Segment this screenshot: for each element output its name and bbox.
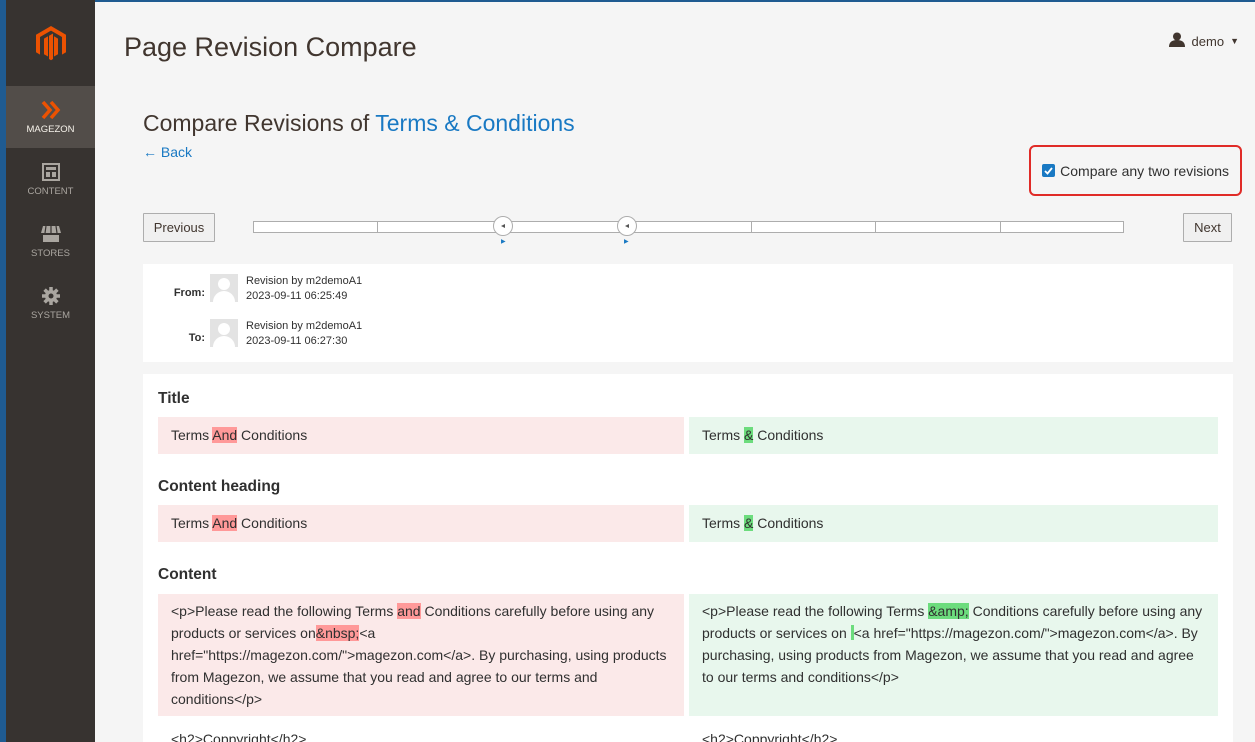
- sidebar-item-magezon[interactable]: MAGEZON: [6, 86, 95, 148]
- sidebar-item-content[interactable]: CONTENT: [6, 148, 95, 210]
- revision-date: 2023-09-11 06:25:49: [246, 290, 348, 302]
- slider-marker: ▶: [501, 239, 506, 245]
- diff-text: Conditions: [753, 427, 824, 443]
- diff-text: Terms: [171, 427, 213, 443]
- revision-info: Revision by m2demoA1 2023-09-11 06:25:49: [246, 274, 362, 304]
- previous-button[interactable]: Previous: [143, 213, 215, 242]
- sidebar-item-label: MAGEZON: [26, 124, 75, 135]
- diff-text: <p>Please read the following Terms: [702, 603, 929, 619]
- compare-any-label: Compare any two revisions: [1060, 162, 1229, 179]
- admin-sidebar: MAGEZON CONTENT STORES SYSTEM: [0, 0, 95, 742]
- diff-text: Conditions: [237, 515, 308, 531]
- diff-text: Terms: [171, 515, 213, 531]
- diff-inserted: &amp;: [928, 603, 969, 619]
- back-link[interactable]: ← Back: [143, 144, 192, 160]
- diff-deleted: &nbsp;: [315, 625, 360, 641]
- from-label: From:: [173, 287, 205, 299]
- diff-inserted: &: [744, 427, 754, 443]
- magento-logo[interactable]: [6, 0, 95, 86]
- revision-author: Revision by m2demoA1: [246, 320, 363, 332]
- compare-title: Compare Revisions of Terms & Conditions: [143, 110, 575, 137]
- checkmark-icon: [1044, 166, 1053, 175]
- diff-old-title: Terms And Conditions: [158, 417, 684, 454]
- compare-any-checkbox[interactable]: [1042, 164, 1056, 177]
- section-heading-content-heading: Content heading: [158, 478, 281, 495]
- to-label: To:: [188, 332, 205, 344]
- slider-handle-from[interactable]: [493, 216, 513, 236]
- diff-text: Terms: [702, 515, 744, 531]
- magento-logo-icon: [35, 25, 66, 60]
- diff-new-content-row: <h2>Coppyright</h2>: [689, 724, 1218, 742]
- diff-text: Terms: [702, 427, 744, 443]
- page-title: Page Revision Compare: [124, 32, 417, 62]
- diff-deleted: And: [212, 427, 238, 443]
- diff-new-title: Terms & Conditions: [689, 417, 1218, 454]
- diff-deleted: and: [397, 603, 421, 619]
- slider-handle-to[interactable]: [617, 216, 637, 236]
- compare-title-prefix: Compare Revisions of: [143, 110, 370, 136]
- avatar: [210, 274, 238, 302]
- compare-any-toggle[interactable]: Compare any two revisions: [1029, 145, 1242, 196]
- chevron-down-icon: ▼: [1230, 36, 1239, 46]
- section-heading-content: Content: [158, 566, 217, 583]
- slider-tick: [377, 222, 378, 232]
- sidebar-item-label: STORES: [31, 248, 70, 259]
- slider-tick: [1000, 222, 1001, 232]
- page-name-link[interactable]: Terms & Conditions: [375, 110, 574, 136]
- diff-panel: Title Terms And Conditions Terms & Condi…: [143, 374, 1233, 742]
- revision-info: Revision by m2demoA1 2023-09-11 06:27:30: [246, 319, 362, 349]
- revision-to: To: Revision by m2demoA1 2023-09-11 06:2…: [143, 319, 362, 349]
- diff-deleted: And: [212, 515, 238, 531]
- revision-author: Revision by m2demoA1: [246, 275, 363, 287]
- revision-slider[interactable]: ▶ ▶: [253, 216, 1124, 245]
- sidebar-item-label: CONTENT: [27, 186, 74, 197]
- revision-date: 2023-09-11 06:27:30: [246, 335, 348, 347]
- slider-marker: ▶: [624, 239, 629, 245]
- revision-meta: From: Revision by m2demoA1 2023-09-11 06…: [143, 264, 1233, 362]
- sidebar-item-stores[interactable]: STORES: [6, 210, 95, 272]
- slider-tick: [875, 222, 876, 232]
- diff-text: Conditions: [237, 427, 308, 443]
- diff-text: Conditions: [753, 515, 824, 531]
- main-content: Page Revision Compare demo ▼ Compare Rev…: [95, 0, 1255, 742]
- diff-new-content: <p>Please read the following Terms &amp;…: [689, 594, 1218, 716]
- magezon-chevron-icon: [41, 99, 61, 121]
- sidebar-item-system[interactable]: SYSTEM: [6, 272, 95, 334]
- section-heading-title: Title: [158, 390, 190, 407]
- layout-icon: [41, 161, 60, 183]
- diff-new-content-heading: Terms & Conditions: [689, 505, 1218, 542]
- user-name: demo: [1191, 33, 1225, 49]
- user-menu[interactable]: demo ▼: [1168, 32, 1239, 50]
- store-icon: [40, 223, 62, 245]
- diff-old-content: <p>Please read the following Terms and C…: [158, 594, 684, 716]
- user-icon: [1168, 32, 1185, 50]
- revision-from: From: Revision by m2demoA1 2023-09-11 06…: [143, 274, 362, 304]
- slider-tick: [751, 222, 752, 232]
- diff-old-content-heading: Terms And Conditions: [158, 505, 684, 542]
- avatar: [210, 319, 238, 347]
- diff-inserted: &: [744, 515, 754, 531]
- gear-icon: [41, 285, 61, 307]
- sidebar-item-label: SYSTEM: [30, 310, 71, 321]
- next-button[interactable]: Next: [1183, 213, 1232, 242]
- diff-text: <p>Please read the following Terms: [171, 603, 398, 619]
- diff-old-content-row: <h2>Coppyright</h2>: [158, 724, 684, 742]
